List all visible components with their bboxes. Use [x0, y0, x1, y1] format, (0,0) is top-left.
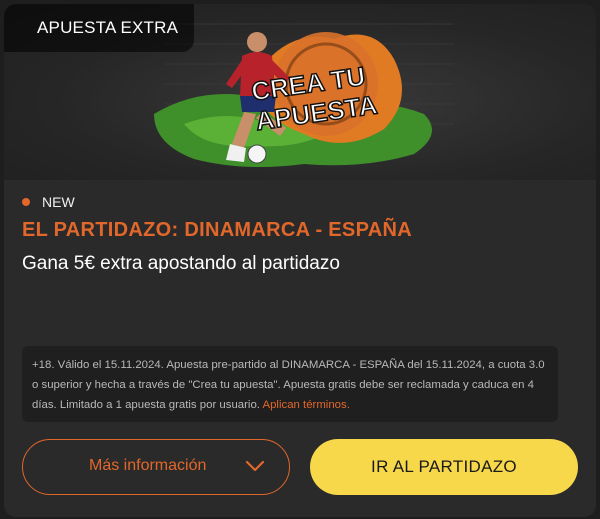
promo-subtitle: Gana 5€ extra apostando al partidazo: [22, 253, 340, 274]
terms-box: +18. Válido el 15.11.2024. Apuesta pre-p…: [22, 346, 558, 422]
promo-banner: CREA TU APUESTA APUESTA EXTRA: [4, 4, 596, 180]
promo-card: CREA TU APUESTA APUESTA EXTRA NEW EL PAR…: [4, 4, 596, 517]
promo-title: EL PARTIDAZO: DINAMARCA - ESPAÑA: [22, 219, 412, 241]
terms-link[interactable]: Aplican términos.: [263, 399, 350, 411]
promo-type-tag: APUESTA EXTRA: [4, 4, 195, 52]
more-info-button[interactable]: Más información: [22, 439, 290, 495]
new-badge-label: NEW: [42, 194, 75, 210]
more-info-label: Más información: [89, 457, 207, 474]
go-to-match-button[interactable]: IR AL PARTIDAZO: [310, 439, 578, 495]
chevron-down-icon: [245, 460, 265, 472]
new-badge: NEW: [22, 192, 75, 212]
go-to-match-label: IR AL PARTIDAZO: [371, 457, 517, 476]
dot-icon: [22, 198, 30, 206]
